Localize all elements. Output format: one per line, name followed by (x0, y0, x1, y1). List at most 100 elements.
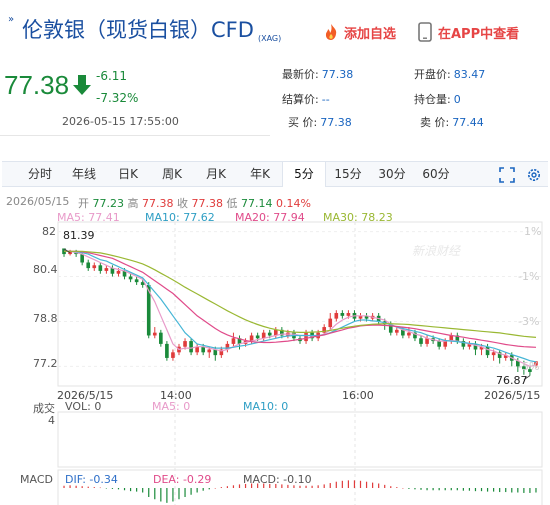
macd-bar (347, 480, 350, 488)
macd-bar (468, 488, 471, 491)
macd-bar (220, 487, 222, 488)
macd-bar (529, 488, 531, 493)
low-marker-label: 76.87 (496, 374, 528, 387)
macd-bar (136, 488, 138, 492)
macd-dea: DEA: -0.29 (153, 473, 212, 486)
macd-title: MACD (20, 473, 53, 486)
candle-body (231, 338, 236, 344)
candle-body (407, 332, 411, 336)
candle-body (116, 270, 121, 274)
candle-body (134, 279, 139, 283)
macd-bar (166, 488, 168, 503)
macd-bar (148, 488, 150, 497)
x-tick-end: 2026/5/15 (484, 389, 541, 402)
y-tick-3: 77.2 (33, 357, 58, 370)
macd-bar (378, 483, 380, 488)
macd-bar (372, 482, 374, 488)
macd-bar (87, 486, 89, 488)
macd-bar (499, 488, 501, 493)
macd-bar (317, 485, 319, 488)
macd-bar (390, 486, 392, 488)
macd-bar (208, 488, 210, 490)
y-tick-3-text: 77.2 (33, 357, 58, 370)
macd-dif: DIF: -0.34 (65, 473, 118, 486)
y-tick-2-text: 78.8 (33, 312, 58, 325)
candle-body (394, 329, 399, 333)
candle-body (346, 313, 351, 316)
pct-tick-0: 1% (524, 225, 542, 238)
macd-bar (384, 484, 386, 488)
macd-bar (142, 488, 144, 493)
y-tick-1: 80.4 (33, 263, 58, 276)
macd-bar (493, 488, 495, 492)
vol-ma10-readout: MA10: 0 (243, 400, 289, 413)
candlestick-chart[interactable] (0, 0, 550, 505)
macd-bar (81, 486, 83, 488)
macd-bar (214, 488, 216, 489)
y-tick-1-text: 80.4 (33, 263, 58, 276)
pct-tick-1: -1% (518, 270, 540, 283)
y-tick-0-text: 82 (42, 225, 56, 238)
candle-body (183, 341, 187, 347)
macd-bar (172, 488, 174, 502)
macd-bar (402, 488, 404, 489)
candle-body (340, 313, 345, 316)
macd-bar (129, 488, 132, 492)
macd-bar (408, 488, 410, 489)
candle-body (86, 262, 91, 269)
macd-bar (365, 481, 368, 488)
macd-bar (396, 487, 398, 488)
macd-bar (414, 488, 416, 490)
ma30-line (64, 250, 537, 338)
macd-bar (105, 488, 107, 489)
ma10-line (64, 250, 537, 363)
price-pane-frame (57, 221, 543, 387)
high-marker-label: 81.39 (63, 229, 95, 242)
vol-readout: VOL: 0 (65, 400, 102, 413)
macd-bar (353, 480, 356, 488)
macd-bar (474, 488, 477, 492)
macd-bar (232, 485, 235, 488)
macd-bar (456, 488, 458, 491)
macd-bar (63, 485, 65, 488)
macd-bar (226, 486, 228, 488)
macd-bar (450, 488, 452, 491)
candle-body (328, 318, 333, 328)
volume-axis-top: 4 (48, 414, 55, 427)
macd-bar (178, 488, 180, 500)
candle-body (485, 346, 490, 356)
macd-bar (462, 488, 464, 491)
candle-body (152, 332, 157, 336)
candle-body (104, 268, 109, 271)
pct-tick-3: -5% (518, 360, 540, 373)
candle-body (443, 341, 448, 347)
x-tick-1600: 16:00 (342, 389, 374, 402)
macd-bar (238, 484, 241, 488)
macd-bar (341, 480, 343, 488)
candle-body (207, 349, 212, 353)
volume-pane-frame (57, 411, 543, 468)
macd-bar (438, 488, 440, 491)
pct-tick-2: -3% (518, 315, 540, 328)
macd-bar (335, 481, 337, 488)
macd-bar (190, 488, 192, 495)
y-tick-2: 78.8 (33, 312, 58, 325)
macd-bar (523, 488, 525, 493)
candle-body (165, 343, 169, 358)
y-tick-0: 82 (42, 225, 56, 238)
macd-bar (160, 488, 162, 502)
macd-bar (480, 488, 483, 492)
candle-body (419, 338, 423, 344)
candle-body (128, 276, 133, 280)
macd-bar (202, 488, 204, 491)
candle-body (304, 332, 308, 342)
macd-bar (311, 485, 313, 488)
candle-body (159, 332, 163, 344)
macd-bar (305, 485, 307, 488)
macd-bar (329, 483, 331, 488)
macd-value: MACD: -0.10 (243, 473, 312, 486)
macd-bar (154, 488, 156, 500)
vol-ma5-readout: MA5: 0 (152, 400, 191, 413)
candle-body (334, 313, 339, 319)
macd-bar (323, 484, 325, 488)
